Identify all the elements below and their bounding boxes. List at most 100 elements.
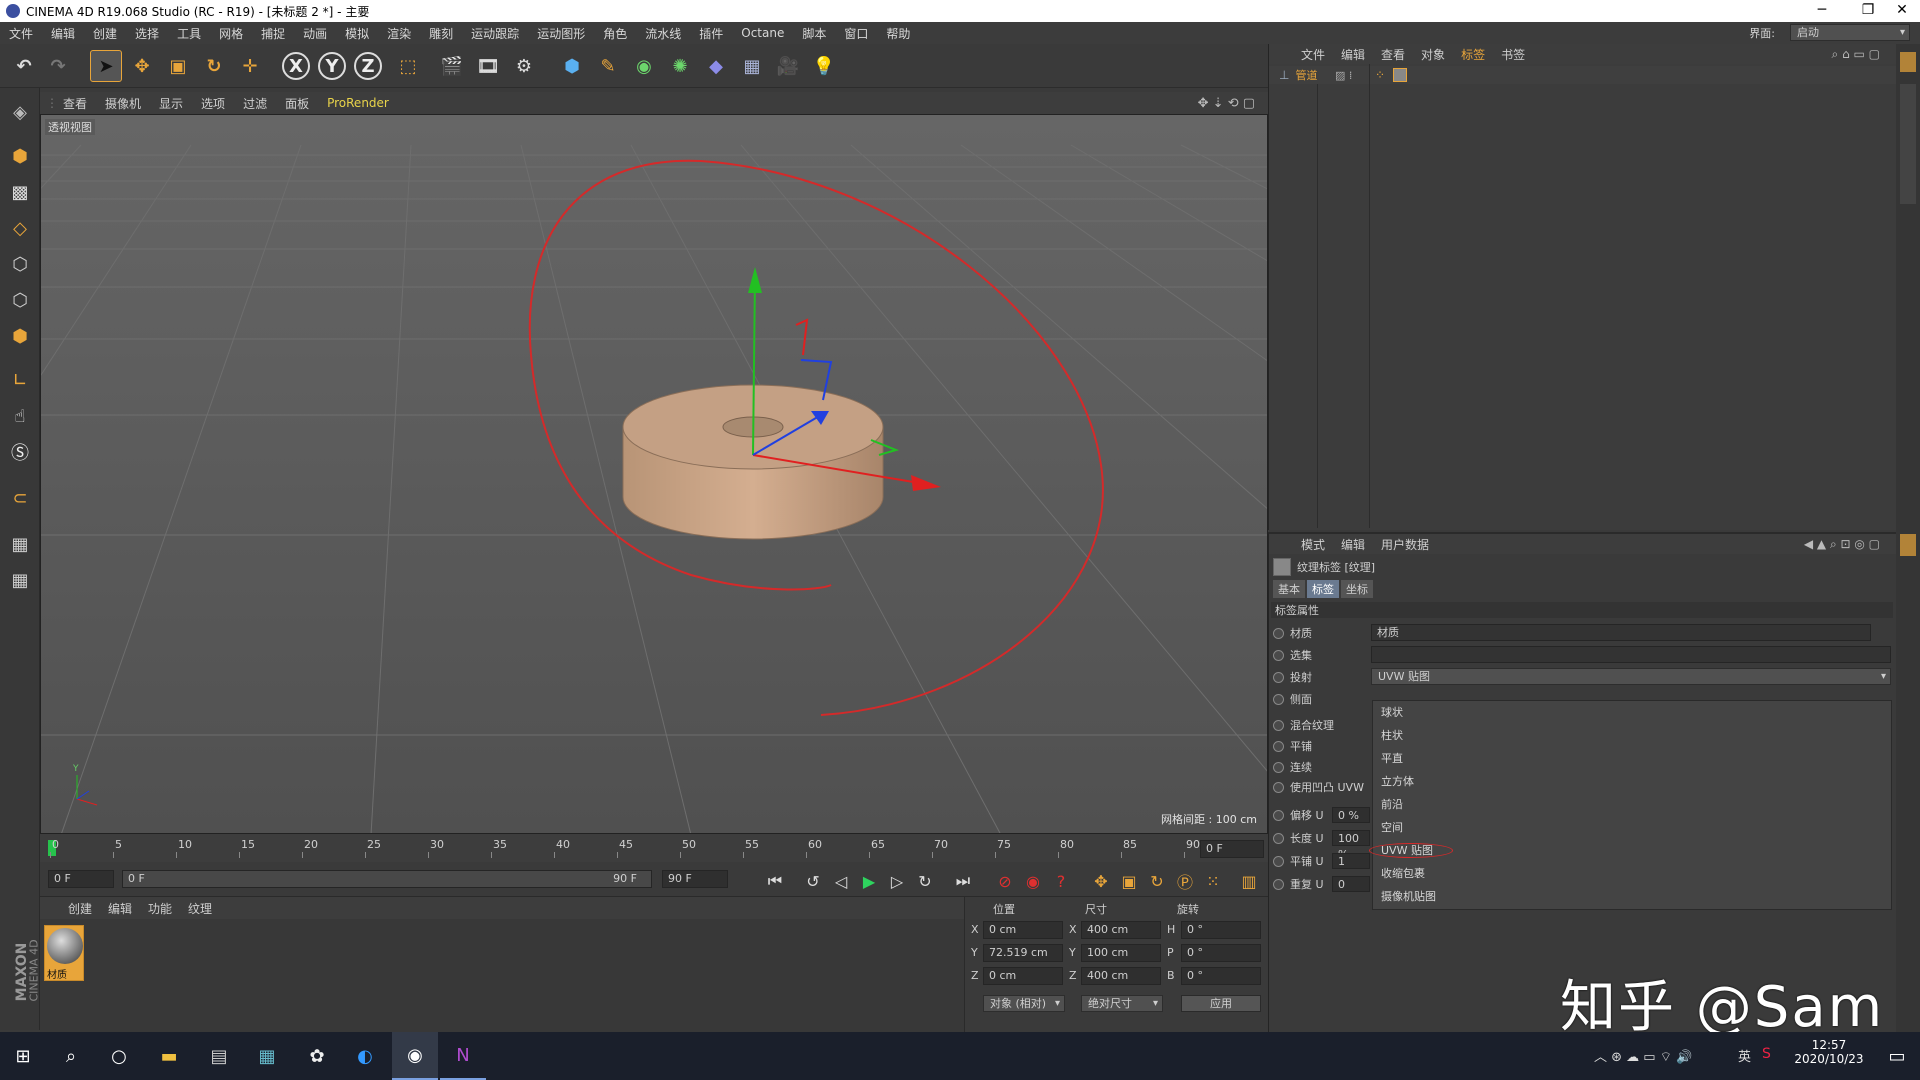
menu-help[interactable]: 帮助: [877, 25, 919, 42]
y-axis-lock-icon[interactable]: Y: [318, 52, 346, 80]
magnet-icon[interactable]: ⊂: [4, 482, 36, 514]
make-editable-icon[interactable]: ◈: [4, 96, 36, 128]
start-frame-field[interactable]: 0 F: [48, 870, 114, 888]
tray-icons[interactable]: ︿ ⊛ ☁ ▭ ⌔ 🔊: [1594, 1046, 1692, 1065]
menu-create[interactable]: 创建: [84, 25, 126, 42]
tweak-mode-icon[interactable]: ☝: [4, 400, 36, 432]
rotation-p-field[interactable]: 0 °: [1181, 944, 1261, 962]
object-menu-edit[interactable]: 编辑: [1333, 46, 1373, 63]
go-to-end-icon[interactable]: ⏭: [952, 870, 974, 892]
next-key-icon[interactable]: ↻: [914, 870, 936, 892]
rotate-icon[interactable]: ↻: [198, 50, 230, 82]
attribute-menu-userdata[interactable]: 用户数据: [1373, 536, 1437, 553]
option-frontal[interactable]: 前沿: [1373, 793, 1891, 816]
cinema4d-taskbar-icon[interactable]: ◉: [392, 1032, 438, 1080]
size-z-field[interactable]: 400 cm: [1081, 967, 1161, 985]
size-mode-select[interactable]: 绝对尺寸: [1081, 995, 1163, 1012]
rotation-b-field[interactable]: 0 °: [1181, 967, 1261, 985]
redo-icon[interactable]: ↷: [42, 50, 74, 82]
floor-icon[interactable]: ▦: [736, 50, 768, 82]
array-cloner-icon[interactable]: ✺: [664, 50, 696, 82]
previous-key-icon[interactable]: ↺: [802, 870, 824, 892]
select-arrow-icon[interactable]: ➤: [90, 50, 122, 82]
animate-radio[interactable]: [1273, 671, 1284, 683]
animate-radio[interactable]: [1273, 761, 1284, 773]
viewport-menu-cameras[interactable]: 摄像机: [96, 95, 150, 112]
render-picture-viewer-icon[interactable]: 🎞: [472, 50, 504, 82]
undo-icon[interactable]: ↶: [8, 50, 40, 82]
key-scale-icon[interactable]: ▣: [1118, 870, 1140, 892]
apply-button[interactable]: 应用: [1181, 995, 1261, 1012]
option-cubic[interactable]: 立方体: [1373, 770, 1891, 793]
animate-radio[interactable]: [1273, 878, 1284, 890]
attribute-menu-edit[interactable]: 编辑: [1333, 536, 1373, 553]
app-icon[interactable]: ▦: [244, 1032, 290, 1080]
material-menu-function[interactable]: 功能: [140, 900, 180, 917]
object-menu-bookmarks[interactable]: 书签: [1493, 46, 1533, 63]
notification-icon[interactable]: ▭: [1874, 1032, 1920, 1080]
menu-select[interactable]: 选择: [126, 25, 168, 42]
keyframe-selection-icon[interactable]: ?: [1050, 870, 1072, 892]
minimize-button[interactable]: ─: [1800, 0, 1844, 22]
cortana-icon[interactable]: ○: [96, 1032, 142, 1080]
layout-select[interactable]: 启动: [1790, 24, 1910, 41]
auto-key-icon[interactable]: ◉: [1022, 870, 1044, 892]
x-axis-lock-icon[interactable]: X: [282, 52, 310, 80]
z-axis-lock-icon[interactable]: Z: [354, 52, 382, 80]
tab-coordinates[interactable]: 坐标: [1341, 580, 1373, 598]
menu-mograph[interactable]: 运动图形: [528, 25, 594, 42]
menu-snap[interactable]: 捕捉: [252, 25, 294, 42]
close-button[interactable]: ✕: [1880, 0, 1920, 22]
option-cylindrical[interactable]: 柱状: [1373, 724, 1891, 747]
repetitions-u-field[interactable]: 0: [1332, 876, 1370, 892]
menu-render[interactable]: 渲染: [378, 25, 420, 42]
menu-script[interactable]: 脚本: [793, 25, 835, 42]
attribute-menu-mode[interactable]: 模式: [1293, 536, 1333, 553]
menu-mesh[interactable]: 网格: [210, 25, 252, 42]
animate-radio[interactable]: [1273, 719, 1284, 731]
render-settings-icon[interactable]: ⚙: [508, 50, 540, 82]
offset-u-field[interactable]: 0 %: [1332, 807, 1370, 823]
object-menu-tags[interactable]: 标签: [1453, 46, 1493, 63]
viewport-menu-panel[interactable]: 面板: [276, 95, 318, 112]
pen-spline-icon[interactable]: ✎: [592, 50, 624, 82]
axis-mode-icon[interactable]: ∟: [4, 364, 36, 396]
current-frame-field[interactable]: 0 F: [1200, 840, 1264, 858]
menu-sculpt[interactable]: 雕刻: [420, 25, 462, 42]
tab-tag[interactable]: 标签: [1307, 580, 1339, 598]
menu-tools[interactable]: 工具: [168, 25, 210, 42]
tiles-u-field[interactable]: 1: [1332, 853, 1370, 869]
selection-field[interactable]: [1371, 646, 1891, 663]
size-x-field[interactable]: 400 cm: [1081, 921, 1161, 939]
play-icon[interactable]: ▶: [858, 870, 880, 892]
next-frame-icon[interactable]: ▷: [886, 870, 908, 892]
animate-radio[interactable]: [1273, 693, 1284, 705]
animate-radio[interactable]: [1273, 781, 1284, 793]
deformer-icon[interactable]: ◆: [700, 50, 732, 82]
object-menu-view[interactable]: 查看: [1373, 46, 1413, 63]
key-rotation-icon[interactable]: ↻: [1146, 870, 1168, 892]
coord-mode-select[interactable]: 对象 (相对): [983, 995, 1065, 1012]
animate-radio[interactable]: [1273, 809, 1284, 821]
menu-edit[interactable]: 编辑: [42, 25, 84, 42]
key-parameter-icon[interactable]: Ⓟ: [1174, 870, 1196, 892]
menu-animate[interactable]: 动画: [294, 25, 336, 42]
size-y-field[interactable]: 100 cm: [1081, 944, 1161, 962]
sogou-icon[interactable]: S: [1762, 1046, 1771, 1062]
light-icon[interactable]: 💡: [808, 50, 840, 82]
onenote-icon[interactable]: N: [440, 1032, 486, 1080]
animate-radio[interactable]: [1273, 832, 1284, 844]
menu-window[interactable]: 窗口: [835, 25, 877, 42]
viewport-menu-view[interactable]: 查看: [54, 95, 96, 112]
material-menu-edit[interactable]: 编辑: [100, 900, 140, 917]
viewport-scene[interactable]: Y: [41, 115, 1268, 834]
key-position-icon[interactable]: ✥: [1090, 870, 1112, 892]
app-icon[interactable]: ✿: [294, 1032, 340, 1080]
projection-select[interactable]: UVW 贴图: [1371, 668, 1891, 685]
option-spherical[interactable]: 球状: [1373, 701, 1891, 724]
option-spatial[interactable]: 空间: [1373, 816, 1891, 839]
file-explorer-icon[interactable]: ▬: [146, 1032, 192, 1080]
workplane-icon[interactable]: ◇: [4, 212, 36, 244]
edge-icon[interactable]: ◐: [342, 1032, 388, 1080]
object-name[interactable]: 管道: [1295, 67, 1317, 83]
